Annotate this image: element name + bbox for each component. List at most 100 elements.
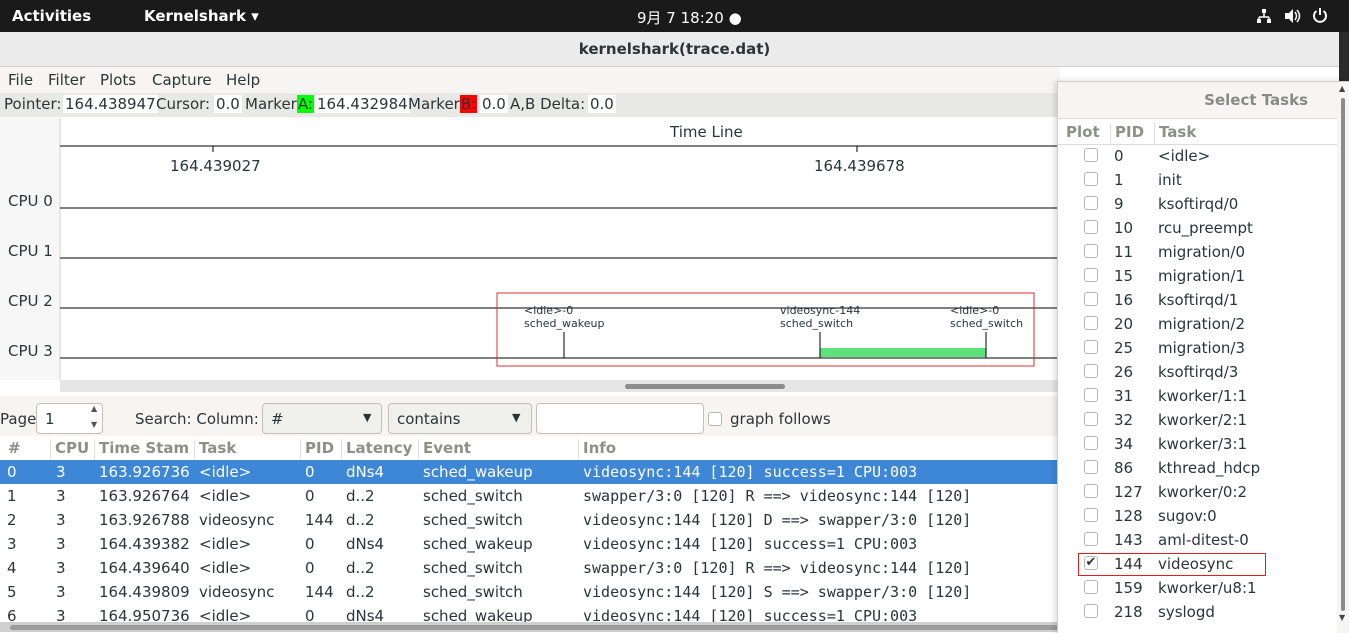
task-row[interactable]: 25 migration/3 xyxy=(1058,336,1338,360)
col-header-index[interactable]: # xyxy=(4,439,21,461)
task-plot-checkbox[interactable] xyxy=(1084,580,1098,594)
cell-info: swapper/3:0 [120] R ==> videosync:144 [1… xyxy=(583,487,972,505)
cell-info: videosync:144 [120] D ==> swapper/3:0 [1… xyxy=(583,511,972,529)
task-row[interactable]: 10 rcu_preempt xyxy=(1058,216,1338,240)
marker-b-button[interactable]: MarkerB: xyxy=(408,95,478,113)
pointer-value: 164.438947 xyxy=(63,95,158,113)
task-plot-checkbox[interactable] xyxy=(1084,196,1098,210)
graph-scrollbar-track[interactable] xyxy=(60,380,1057,392)
table-row[interactable]: 4 3 164.439640 <idle> 0 d..2 sched_switch swapp… xyxy=(0,556,1057,580)
cell-latency: dNs4 xyxy=(346,535,385,553)
task-pid: 159 xyxy=(1114,579,1143,597)
task-plot-checkbox[interactable] xyxy=(1084,388,1098,402)
task-plot-checkbox[interactable] xyxy=(1084,292,1098,306)
task-plot-checkbox[interactable] xyxy=(1084,220,1098,234)
table-row[interactable]: 2 3 163.926788 videosync 144 d..2 sched_switch… xyxy=(0,508,1057,532)
table-row[interactable]: 0 3 163.926736 <idle> 0 dNs4 sched_wakeup video… xyxy=(0,460,1057,484)
task-row[interactable]: 127 kworker/0:2 xyxy=(1058,480,1338,504)
task-row[interactable]: 16 ksoftirqd/1 xyxy=(1058,288,1338,312)
cell-pid: 0 xyxy=(305,535,315,553)
task-row[interactable]: 20 migration/2 xyxy=(1058,312,1338,336)
task-row[interactable]: 15 migration/1 xyxy=(1058,264,1338,288)
network-icon[interactable] xyxy=(1256,8,1272,24)
search-input[interactable] xyxy=(536,403,704,434)
task-row[interactable]: 11 migration/0 xyxy=(1058,240,1338,264)
dialog-col-plot[interactable]: Plot xyxy=(1062,123,1100,145)
menu-file[interactable]: File xyxy=(8,71,33,89)
activities-button[interactable]: Activities xyxy=(12,7,91,25)
menu-plots[interactable]: Plots xyxy=(100,71,136,89)
task-plot-checkbox[interactable] xyxy=(1084,484,1098,498)
dialog-scrollbar-thumb[interactable] xyxy=(1341,98,1345,611)
col-header-info[interactable]: Info xyxy=(578,439,616,461)
dialog-scrollbar[interactable]: ▲ ▼ xyxy=(1337,82,1349,633)
menu-filter[interactable]: Filter xyxy=(48,71,85,89)
cell-latency: d..2 xyxy=(346,559,375,577)
task-row[interactable]: 86 kthread_hdcp xyxy=(1058,456,1338,480)
table-row[interactable]: 5 3 164.439809 videosync 144 d..2 sched_switch… xyxy=(0,580,1057,604)
event-label-switch-2-name: sched_switch xyxy=(950,317,1024,330)
dialog-col-pid[interactable]: PID xyxy=(1110,123,1144,145)
window-title-bar: kernelshark(trace.dat) xyxy=(0,32,1339,67)
videosync-task-bar[interactable] xyxy=(820,348,986,357)
clock[interactable]: 9月 7 18:20 ● xyxy=(637,7,742,28)
task-plot-checkbox[interactable] xyxy=(1084,148,1098,162)
marker-a-button[interactable]: MarkerA: xyxy=(245,95,314,113)
task-pid: 143 xyxy=(1114,531,1143,549)
task-row[interactable]: 143 aml-ditest-0 xyxy=(1058,528,1338,552)
task-row[interactable]: 128 sugov:0 xyxy=(1058,504,1338,528)
col-header-latency[interactable]: Latency xyxy=(341,439,412,461)
app-menu-button[interactable]: Kernelshark ▾ xyxy=(144,7,259,25)
task-row[interactable]: 1 init xyxy=(1058,168,1338,192)
task-plot-checkbox[interactable] xyxy=(1084,172,1098,186)
task-row[interactable]: 31 kworker/1:1 xyxy=(1058,384,1338,408)
task-plot-checkbox[interactable] xyxy=(1084,364,1098,378)
event-table-body[interactable]: 0 3 163.926736 <idle> 0 dNs4 sched_wakeup video… xyxy=(0,460,1057,622)
col-header-task[interactable]: Task xyxy=(194,439,236,461)
page-up-icon[interactable]: ▲ xyxy=(91,404,97,413)
cell-index: 2 xyxy=(7,511,17,529)
task-row[interactable]: 159 kworker/u8:1 xyxy=(1058,576,1338,600)
task-plot-checkbox[interactable] xyxy=(1084,436,1098,450)
match-select[interactable]: contains ▼ xyxy=(388,403,532,434)
col-header-event[interactable]: Event xyxy=(418,439,471,461)
task-plot-checkbox[interactable] xyxy=(1084,460,1098,474)
scroll-down-icon[interactable]: ▼ xyxy=(1339,613,1345,622)
power-icon[interactable] xyxy=(1312,7,1328,24)
scroll-up-icon[interactable]: ▲ xyxy=(1339,84,1345,93)
page-down-icon[interactable]: ▼ xyxy=(91,420,97,429)
col-header-cpu[interactable]: CPU xyxy=(50,439,89,461)
task-plot-checkbox[interactable] xyxy=(1084,508,1098,522)
task-row[interactable]: 0 <idle> xyxy=(1058,144,1338,168)
column-select[interactable]: # ▼ xyxy=(262,403,382,434)
volume-icon[interactable] xyxy=(1284,8,1302,24)
task-plot-checkbox[interactable] xyxy=(1084,268,1098,282)
task-row[interactable]: 218 syslogd xyxy=(1058,600,1338,624)
task-plot-checkbox[interactable] xyxy=(1084,340,1098,354)
graph-scrollbar-thumb[interactable] xyxy=(625,384,785,389)
task-plot-checkbox[interactable] xyxy=(1084,532,1098,546)
table-row[interactable]: 3 3 164.439382 <idle> 0 dNs4 sched_wakeup video… xyxy=(0,532,1057,556)
task-row[interactable]: 34 kworker/3:1 xyxy=(1058,432,1338,456)
task-name: migration/1 xyxy=(1158,267,1245,285)
graph-follows-checkbox[interactable] xyxy=(708,412,722,426)
cell-info: videosync:144 [120] success=1 CPU:003 xyxy=(583,607,918,622)
task-row[interactable]: 9 ksoftirqd/0 xyxy=(1058,192,1338,216)
task-row[interactable]: 32 kworker/2:1 xyxy=(1058,408,1338,432)
task-row[interactable]: 26 ksoftirqd/3 xyxy=(1058,360,1338,384)
dialog-col-task[interactable]: Task xyxy=(1154,123,1196,145)
table-row[interactable]: 6 3 164.950736 <idle> 0 dNs4 sched_wakeup video… xyxy=(0,604,1057,622)
table-row[interactable]: 1 3 163.926764 <idle> 0 d..2 sched_switch swapp… xyxy=(0,484,1057,508)
task-plot-checkbox[interactable] xyxy=(1084,412,1098,426)
menu-help[interactable]: Help xyxy=(226,71,260,89)
task-plot-checkbox[interactable] xyxy=(1084,604,1098,618)
cpu3-label: CPU 3 xyxy=(8,342,53,360)
cell-info: videosync:144 [120] S ==> swapper/3:0 [1… xyxy=(583,583,972,601)
task-plot-checkbox[interactable] xyxy=(1084,244,1098,258)
menu-capture[interactable]: Capture xyxy=(152,71,212,89)
timeline-graph[interactable]: Time Line 164.439027 164.439678 CPU 0 CP… xyxy=(0,118,1057,392)
col-header-time[interactable]: Time Stam xyxy=(94,439,189,461)
col-header-pid[interactable]: PID xyxy=(300,439,334,461)
page-spinner[interactable]: 1 ▲ ▼ xyxy=(36,403,103,434)
task-plot-checkbox[interactable] xyxy=(1084,316,1098,330)
